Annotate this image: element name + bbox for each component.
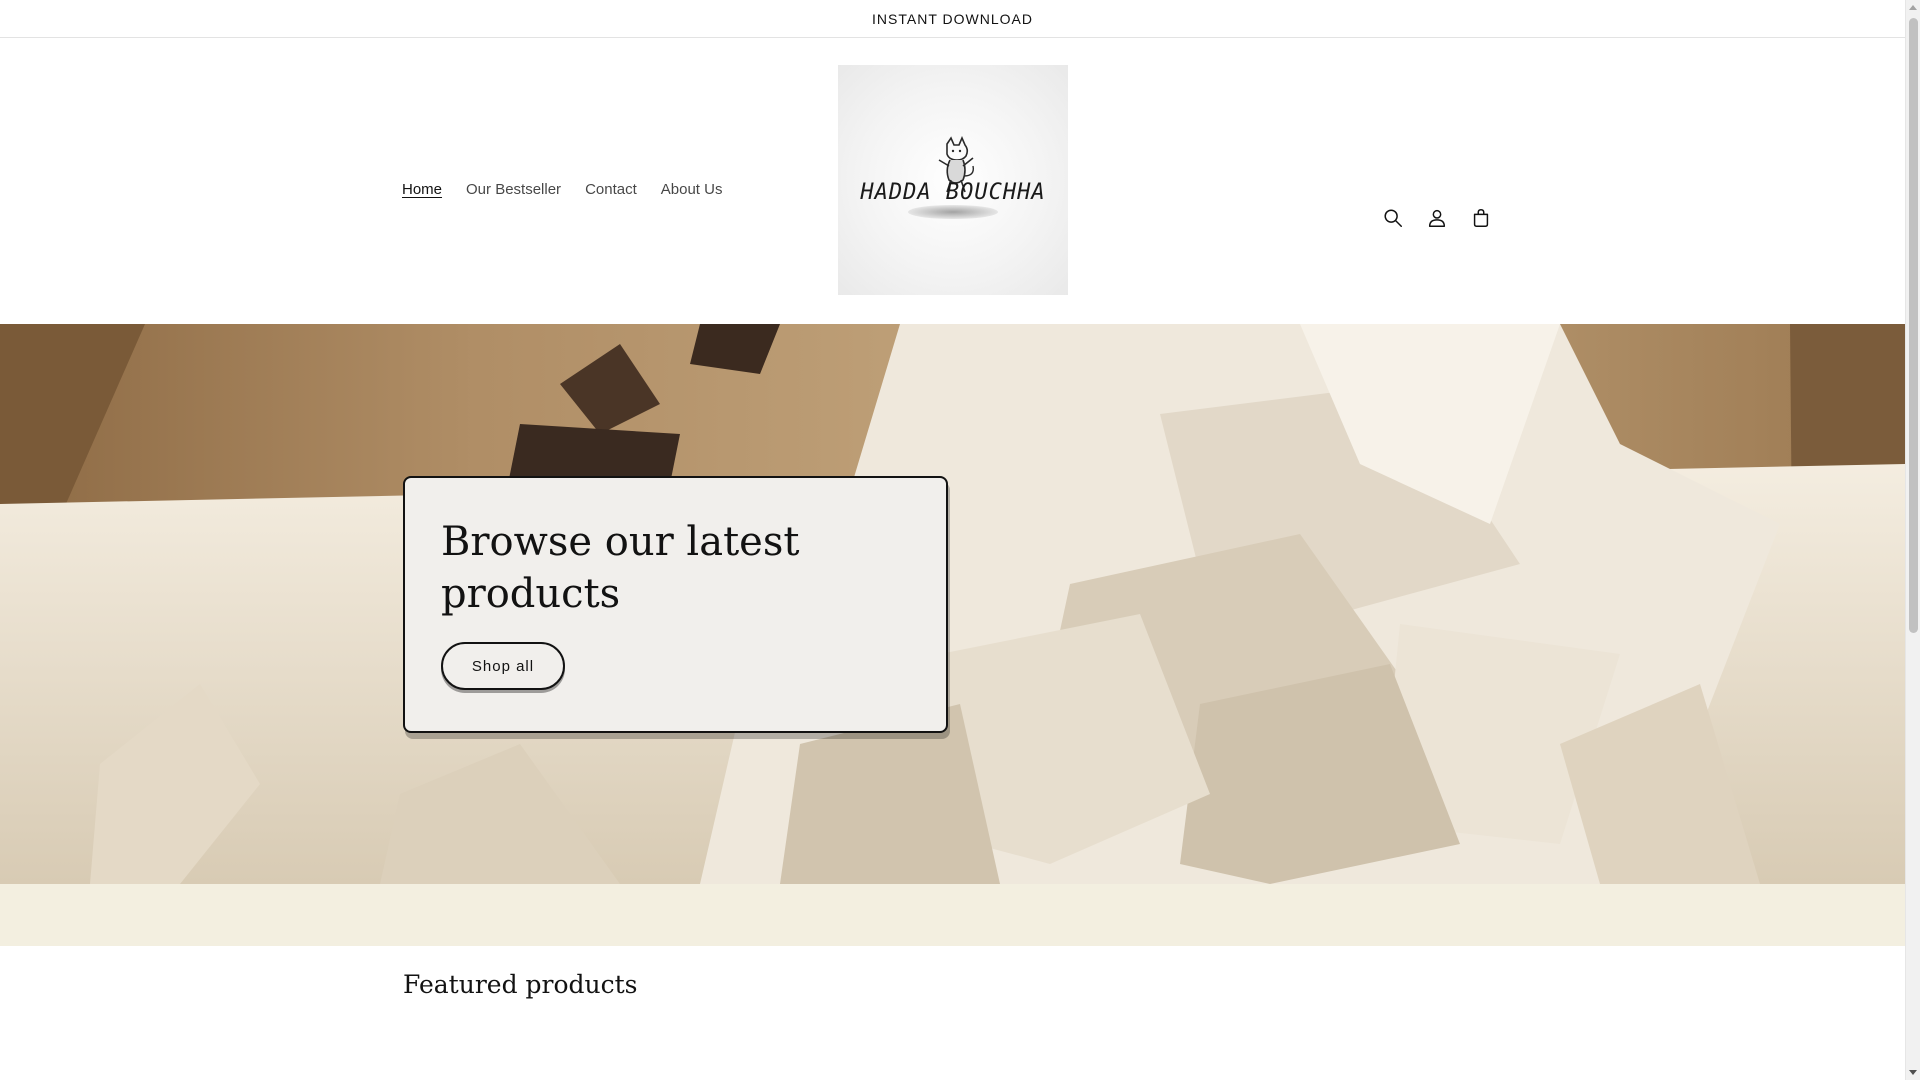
search-icon	[1384, 209, 1402, 227]
shop-all-button[interactable]: Shop all	[441, 642, 565, 690]
featured-section: Featured products	[0, 946, 1905, 1080]
scroll-down-arrow-icon[interactable]	[1909, 1070, 1917, 1075]
logo-ground-shadow	[908, 205, 998, 219]
nav-item-home[interactable]: Home	[390, 171, 454, 208]
page: INSTANT DOWNLOAD Home Our Bestseller Con…	[0, 0, 1905, 1080]
featured-title: Featured products	[403, 970, 638, 999]
cart-icon	[1473, 209, 1489, 227]
logo-art: HADDA BOUCHHA	[853, 80, 1053, 280]
nav-item-about-us[interactable]: About Us	[649, 171, 735, 208]
main-nav: Home Our Bestseller Contact About Us	[390, 171, 734, 208]
account-button[interactable]	[1419, 200, 1455, 236]
nav-item-our-bestseller[interactable]: Our Bestseller	[454, 171, 573, 208]
account-icon	[1428, 209, 1446, 227]
scrollbar-thumb[interactable]	[1909, 18, 1918, 633]
search-button[interactable]	[1375, 200, 1411, 236]
color-band	[0, 884, 1905, 946]
hero-title: Browse our latest products	[441, 519, 800, 617]
header-icons	[1375, 200, 1499, 236]
page-scrollbar[interactable]	[1905, 0, 1920, 1080]
site-header: Home Our Bestseller Contact About Us HAD…	[0, 38, 1905, 324]
hero-background-image	[0, 324, 1905, 884]
hero-banner: Browse our latest products Shop all	[0, 324, 1905, 884]
cart-button[interactable]	[1463, 200, 1499, 236]
logo-text: HADDA BOUCHHA	[860, 180, 1046, 205]
store-logo[interactable]: HADDA BOUCHHA	[838, 65, 1068, 295]
announcement-bar: INSTANT DOWNLOAD	[0, 0, 1905, 38]
announcement-text: INSTANT DOWNLOAD	[872, 10, 1033, 27]
hero-content-card: Browse our latest products Shop all	[403, 476, 948, 733]
scroll-up-arrow-icon[interactable]	[1909, 5, 1917, 10]
nav-item-contact[interactable]: Contact	[573, 171, 649, 208]
